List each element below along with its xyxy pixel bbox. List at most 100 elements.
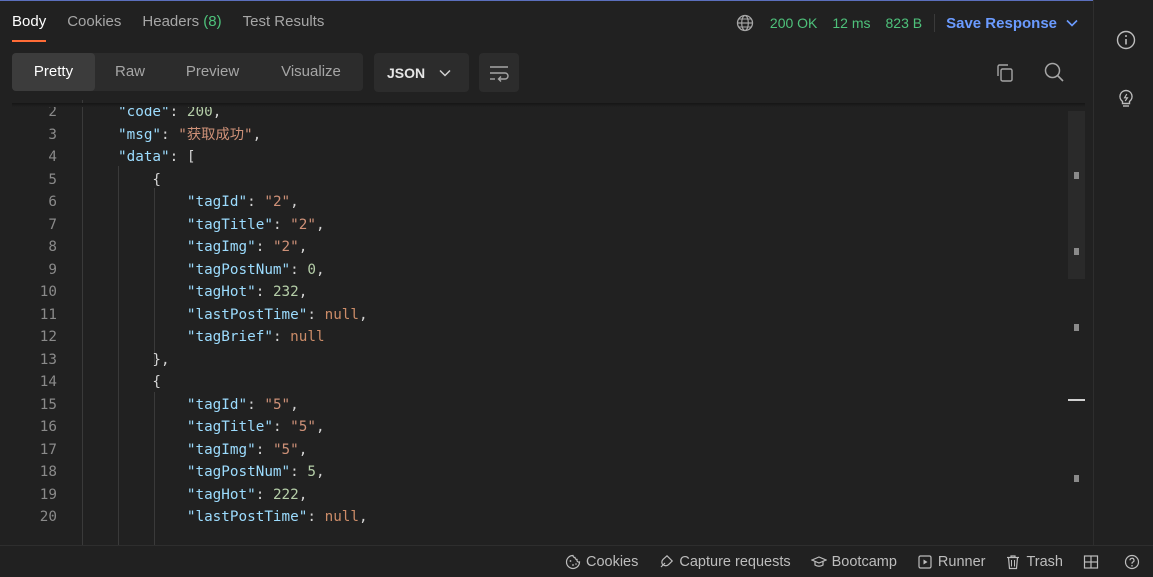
bootcamp-icon [810, 556, 827, 567]
response-tabs: Body Cookies Headers (8) Test Results [12, 12, 345, 42]
format-dropdown[interactable]: JSON [374, 53, 469, 92]
overview-marker [1074, 248, 1079, 255]
code-line: 16 "tagTitle": "5", [12, 416, 1067, 438]
code-token: , [315, 216, 325, 233]
chevron-down-icon [439, 69, 451, 77]
search-icon[interactable] [1043, 61, 1065, 83]
status-code[interactable]: 200 OK [770, 15, 817, 31]
cookie-icon [565, 554, 581, 570]
line-number: 15 [39, 396, 57, 413]
line-number: 10 [39, 284, 57, 300]
code-line: 3 "msg": "获取成功", [12, 124, 1067, 146]
save-response-button[interactable]: Save Response [946, 15, 1078, 32]
line-number: 8 [48, 239, 57, 255]
layout-toggle-button[interactable] [1083, 554, 1104, 570]
code-token: , [252, 126, 262, 143]
code-token: : [255, 486, 273, 503]
line-number: 19 [39, 486, 57, 503]
code-line: 15 "tagId": "5", [12, 394, 1067, 416]
preview-button[interactable]: Preview [165, 53, 260, 91]
layout-icon [1083, 555, 1099, 569]
code-token: "tagTitle" [118, 216, 273, 233]
code-token: , [298, 486, 308, 503]
code-token: , [359, 306, 368, 323]
code-line: 10 "tagHot": 232, [12, 281, 1067, 303]
code-token: : [290, 464, 308, 480]
help-icon [1124, 554, 1140, 570]
tab-headers[interactable]: Headers (8) [142, 12, 221, 34]
raw-button[interactable]: Raw [95, 53, 165, 91]
code-text: "lastPostTime": null, [118, 506, 368, 528]
response-status: 200 OK 12 ms 823 B Save Response [736, 12, 1078, 34]
runner-button[interactable]: Runner [917, 554, 985, 570]
tab-cookies-label: Cookies [67, 13, 122, 30]
code-token: : [307, 306, 325, 323]
code-token: : [247, 396, 265, 413]
code-token: { [118, 374, 162, 390]
capture-requests-button[interactable]: Capture requests [658, 554, 791, 570]
code-line: 14 { [12, 371, 1067, 393]
code-line: 6 "tagId": "2", [12, 191, 1067, 213]
code-text: "tagPostNum": 0, [118, 259, 325, 281]
code-token: 0 [307, 261, 316, 278]
code-token: : [272, 419, 291, 435]
globe-icon[interactable] [736, 14, 754, 32]
tab-body[interactable]: Body [12, 12, 47, 42]
code-text: { [118, 371, 161, 393]
code-token: : [255, 239, 273, 255]
code-token: "tagImg" [118, 239, 256, 255]
copy-icon[interactable] [994, 62, 1016, 84]
code-text: }, [118, 349, 169, 371]
code-text: "tagTitle": "2", [118, 214, 325, 236]
code-line: 8 "tagImg": "2", [12, 236, 1067, 258]
line-number: 9 [48, 261, 57, 278]
cookies-button[interactable]: Cookies [565, 554, 638, 570]
code-token: null [290, 329, 325, 345]
code-line: 12 "tagBrief": null [12, 326, 1067, 348]
code-line: 19 "tagHot": 222, [12, 484, 1067, 506]
editor-scrollbar[interactable] [1068, 107, 1085, 545]
visualize-button[interactable]: Visualize [260, 53, 362, 91]
code-line: 5 { [12, 169, 1067, 191]
code-token: "5" [264, 396, 291, 413]
response-time[interactable]: 12 ms [832, 15, 870, 31]
line-number: 13 [39, 351, 57, 368]
code-token: "tagId" [118, 396, 248, 413]
response-size[interactable]: 823 B [886, 15, 923, 31]
status-bar: Cookies Capture requests Bootcamp Runner [0, 545, 1153, 577]
overview-marker [1074, 475, 1079, 482]
tab-cookies[interactable]: Cookies [67, 12, 121, 34]
lightbulb-icon[interactable] [1115, 88, 1137, 110]
bootcamp-button[interactable]: Bootcamp [810, 554, 897, 570]
line-number: 11 [39, 306, 57, 323]
trash-button[interactable]: Trash [1005, 554, 1063, 570]
pretty-button[interactable]: Pretty [12, 53, 95, 91]
help-button[interactable] [1124, 554, 1145, 570]
code-token: "5" [272, 441, 299, 458]
code-text: "tagHot": 232, [118, 281, 308, 303]
info-icon[interactable] [1115, 29, 1137, 51]
code-token: "lastPostTime" [118, 509, 308, 525]
code-token: , [290, 396, 299, 413]
code-line: 17 "tagImg": "5", [12, 439, 1067, 461]
line-number: 18 [39, 464, 57, 480]
code-token: null [324, 509, 360, 525]
tab-test-results[interactable]: Test Results [243, 12, 325, 34]
capture-requests-label: Capture requests [679, 554, 791, 570]
code-token: { [118, 171, 162, 188]
view-mode-selector: Pretty Raw Preview Visualize [12, 53, 363, 91]
tab-headers-label: Headers [142, 13, 200, 30]
code-token: "tagPostNum" [118, 464, 291, 480]
code-line: 7 "tagTitle": "2", [12, 214, 1067, 236]
code-token: : [272, 216, 291, 233]
wrap-lines-button[interactable] [479, 53, 519, 92]
code-token: "tagTitle" [118, 419, 273, 435]
code-token: : [ [169, 149, 196, 165]
response-pane: Body Cookies Headers (8) Test Results 20… [0, 0, 1093, 545]
code-token: "msg" [118, 126, 162, 143]
code-token: "5" [290, 419, 316, 435]
code-editor[interactable]: 2 "code": 200, 3 "msg": "获取成功", 4 "data": [5 … [12, 100, 1085, 545]
code-text: "tagBrief": null [118, 326, 325, 348]
code-line: 20 "lastPostTime": null, [12, 506, 1067, 528]
code-text: "tagImg": "5", [118, 439, 308, 461]
